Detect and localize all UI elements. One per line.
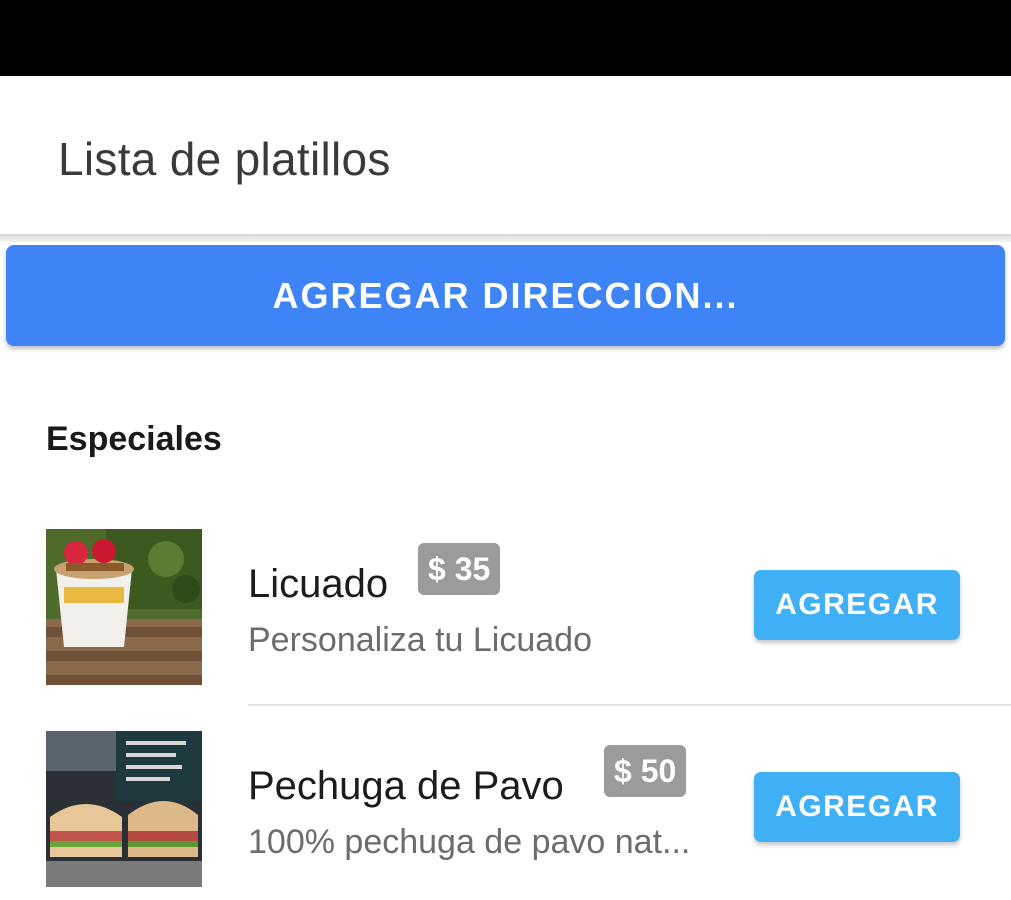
price-badge: $ 35 [418, 543, 501, 595]
dish-thumbnail-licuado [46, 529, 202, 685]
dish-name: Pechuga de Pavo [248, 764, 564, 808]
dish-item-licuado: Licuado $ 35 Personaliza tu Licuado AGRE… [0, 520, 1011, 690]
dish-description: 100% pechuga de pavo nat... [248, 823, 691, 861]
status-bar [0, 0, 1011, 76]
add-address-button[interactable]: AGREGAR DIRECCION... [6, 245, 1005, 346]
add-dish-button[interactable]: AGREGAR [754, 570, 960, 640]
dish-description: Personaliza tu Licuado [248, 621, 593, 659]
dish-item-pechuga-de-pavo: Pechuga de Pavo $ 50 100% pechuga de pav… [0, 722, 1011, 892]
app-bar-shadow [0, 234, 1011, 242]
dish-name: Licuado [248, 562, 389, 606]
smoothie-cup-photo [46, 529, 202, 685]
turkey-sandwich-photo [46, 731, 202, 887]
add-dish-button[interactable]: AGREGAR [754, 772, 960, 842]
list-divider [248, 704, 1011, 706]
app-bar: Lista de platillos [0, 76, 1011, 234]
section-header-especiales: Especiales [46, 420, 222, 458]
price-badge: $ 50 [604, 745, 687, 797]
dish-thumbnail-pechuga-de-pavo [46, 731, 202, 887]
page-title: Lista de platillos [58, 133, 391, 185]
